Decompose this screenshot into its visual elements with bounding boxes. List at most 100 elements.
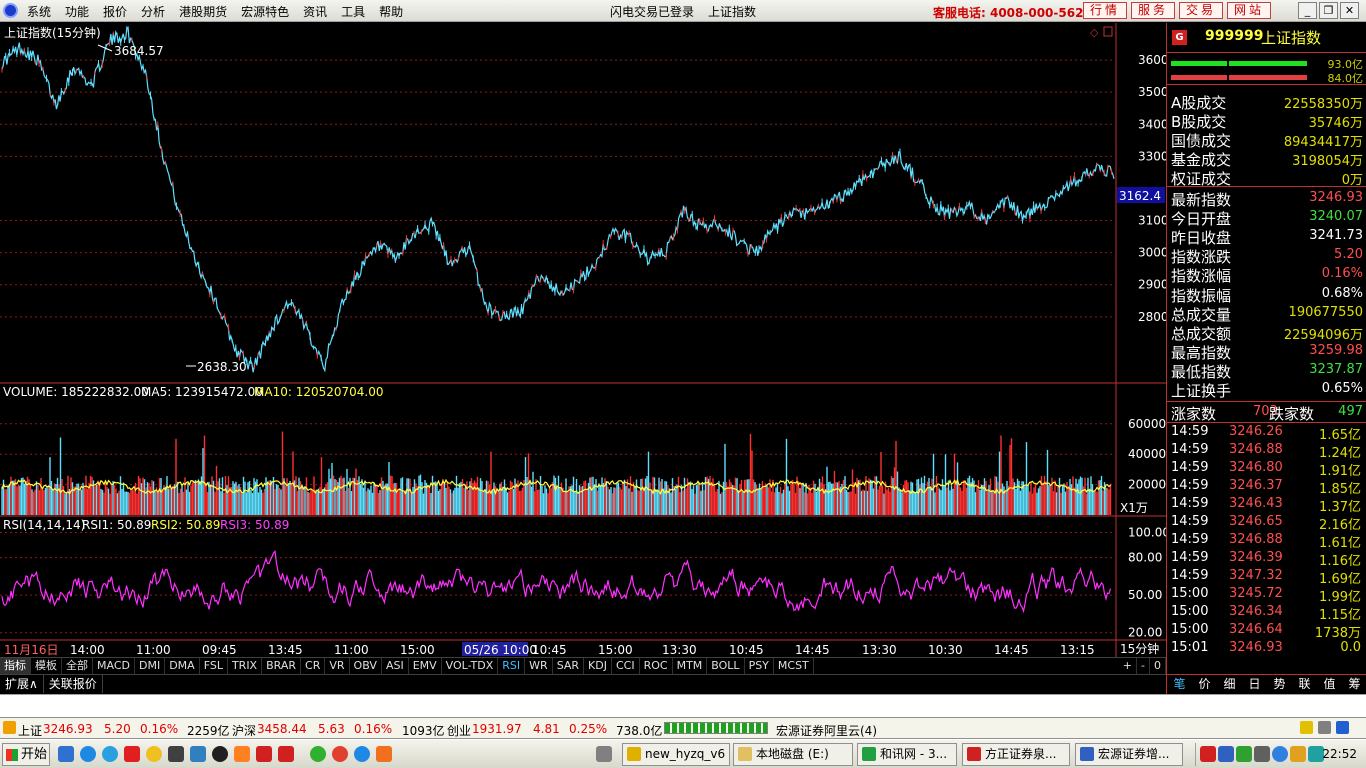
qq-browser-icon[interactable] xyxy=(102,746,118,762)
indicator-tab-boll[interactable]: BOLL xyxy=(707,658,745,674)
sell-bar-2 xyxy=(1229,75,1307,80)
top-button-0[interactable]: 行情 xyxy=(1083,2,1128,19)
menu-item-3[interactable]: 分析 xyxy=(138,3,176,20)
app-icon-5[interactable] xyxy=(278,746,294,762)
indicator-tab-dma[interactable]: DMA xyxy=(165,658,200,674)
minimize-icon[interactable]: _ xyxy=(1298,2,1317,19)
stat-row: 最高指数 3259.98 xyxy=(1167,342,1366,362)
indicator-tab-kdj[interactable]: KDJ xyxy=(584,658,612,674)
quote-tab-1[interactable]: 价 xyxy=(1192,675,1217,694)
menu-item-7[interactable]: 工具 xyxy=(338,3,376,20)
top-button-2[interactable]: 交易 xyxy=(1179,2,1224,19)
quote-tab-2[interactable]: 细 xyxy=(1217,675,1242,694)
smiley-icon[interactable] xyxy=(146,746,162,762)
taskbar-task-4[interactable]: 宏源证券增... xyxy=(1075,743,1183,766)
period-label[interactable]: 15分钟 xyxy=(1120,641,1159,656)
quote-tab-6[interactable]: 值 xyxy=(1317,675,1342,694)
indicator-control-1[interactable]: - xyxy=(1137,658,1150,674)
clock[interactable]: 22:52 xyxy=(1322,747,1357,761)
ticker-lock-icon[interactable] xyxy=(1336,721,1349,734)
keyboard-icon[interactable] xyxy=(596,746,612,762)
ie-icon-2[interactable] xyxy=(354,746,370,762)
chart-canvas[interactable]: 60000 40000 20000 100.00 80.00 50.00 20.00 36… xyxy=(0,23,1166,657)
indicator-tab-fsl[interactable]: FSL xyxy=(200,658,228,674)
indicator-tab-roc[interactable]: ROC xyxy=(640,658,673,674)
taskbar-task-2[interactable]: 和讯网 - 3... xyxy=(857,743,957,766)
indicator-tab-模板[interactable]: 模板 xyxy=(31,658,62,674)
top-button-1[interactable]: 服务 xyxy=(1131,2,1176,19)
quote-tab-3[interactable]: 日 xyxy=(1242,675,1267,694)
indicator-tab-macd[interactable]: MACD xyxy=(93,658,135,674)
menu-item-2[interactable]: 报价 xyxy=(100,3,138,20)
taskbar-task-1[interactable]: 本地磁盘 (E:) xyxy=(733,743,853,766)
indicator-tab-wr[interactable]: WR xyxy=(525,658,553,674)
indicator-tab-emv[interactable]: EMV xyxy=(409,658,442,674)
task-icon xyxy=(967,747,981,761)
chart-panel[interactable]: 60000 40000 20000 100.00 80.00 50.00 20.00 36… xyxy=(0,23,1166,657)
indicator-tab-brar[interactable]: BRAR xyxy=(262,658,302,674)
app-icon-3[interactable] xyxy=(234,746,250,762)
indicator-tab-mcst[interactable]: MCST xyxy=(774,658,814,674)
app-icon-2[interactable] xyxy=(190,746,206,762)
indicator-tab-全部[interactable]: 全部 xyxy=(62,658,93,674)
qq-icon[interactable] xyxy=(212,746,228,762)
restore-icon[interactable]: ❐ xyxy=(1319,2,1338,19)
chart-maximize-icon[interactable] xyxy=(1103,26,1113,37)
chart-diamond-icon[interactable]: ◇ xyxy=(1090,26,1099,39)
menu-item-0[interactable]: 系统 xyxy=(24,3,62,20)
indicator-tab-dmi[interactable]: DMI xyxy=(135,658,166,674)
top-button-3[interactable]: 网站 xyxy=(1227,2,1272,19)
desktop-icon[interactable] xyxy=(58,746,74,762)
quote-tab-4[interactable]: 势 xyxy=(1267,675,1292,694)
chrome-icon[interactable] xyxy=(332,746,348,762)
indicator-control-0[interactable]: + xyxy=(1119,658,1138,674)
app-logo-icon[interactable] xyxy=(3,3,18,18)
menu-item-6[interactable]: 资讯 xyxy=(300,3,338,20)
top-buttons: 行情 服务 交易 网站 xyxy=(1083,2,1272,19)
ext-tab-1[interactable]: 关联报价 xyxy=(44,675,103,693)
indicator-tab-vol-tdx[interactable]: VOL-TDX xyxy=(442,658,499,674)
indicator-tab-psy[interactable]: PSY xyxy=(745,658,774,674)
indicator-tab-asi[interactable]: ASI xyxy=(382,658,409,674)
app-icon-1[interactable] xyxy=(124,746,140,762)
app-icon-6[interactable] xyxy=(310,746,326,762)
taskbar-task-3[interactable]: 方正证券泉... xyxy=(962,743,1070,766)
quote-tab-5[interactable]: 联 xyxy=(1292,675,1317,694)
hs-value: 3458.44 xyxy=(257,722,307,736)
tray-icon-6[interactable] xyxy=(1290,746,1306,762)
quote-tab-0[interactable]: 笔 xyxy=(1167,675,1192,694)
indicator-tab-cci[interactable]: CCI xyxy=(612,658,640,674)
start-button[interactable]: 开始 xyxy=(2,743,50,766)
indicator-tab-vr[interactable]: VR xyxy=(325,658,350,674)
rsi3-label: RSI3: 50.89 xyxy=(220,518,289,532)
ticker-menu-icon[interactable] xyxy=(3,721,16,734)
ie-icon[interactable] xyxy=(80,746,96,762)
tray-icon-1[interactable] xyxy=(1200,746,1216,762)
tray-icon-2[interactable] xyxy=(1218,746,1234,762)
close-icon[interactable]: ✕ xyxy=(1340,2,1359,19)
menu-item-5[interactable]: 宏源特色 xyxy=(238,3,300,20)
stat-row: 总成交量 190677550 xyxy=(1167,304,1366,324)
quote-tab-7[interactable]: 筹 xyxy=(1342,675,1366,694)
indicator-tab-mtm[interactable]: MTM xyxy=(673,658,708,674)
taskbar-task-0[interactable]: new_hyzq_v6 xyxy=(622,743,730,766)
tray-icon-4[interactable] xyxy=(1254,746,1270,762)
media-icon[interactable] xyxy=(168,746,184,762)
app-icon-4[interactable] xyxy=(256,746,272,762)
menu-item-1[interactable]: 功能 xyxy=(62,3,100,20)
indicator-control-2[interactable]: 0 xyxy=(1150,658,1166,674)
indicator-tab-rsi[interactable]: RSI xyxy=(498,658,526,674)
ext-tab-0[interactable]: 扩展∧ xyxy=(0,675,44,693)
indicator-tab-obv[interactable]: OBV xyxy=(350,658,382,674)
tick-row: 15:00 3245.72 1.99亿 xyxy=(1167,586,1366,605)
menu-item-4[interactable]: 港股期货 xyxy=(176,3,238,20)
indicator-tab-cr[interactable]: CR xyxy=(301,658,326,674)
indicator-tab-sar[interactable]: SAR xyxy=(553,658,585,674)
indicator-tab-指标[interactable]: 指标 xyxy=(0,658,31,674)
app-icon-7[interactable] xyxy=(376,746,392,762)
indicator-tab-trix[interactable]: TRIX xyxy=(228,658,263,674)
ticker-help-icon[interactable] xyxy=(1300,721,1313,734)
tray-icon-3[interactable] xyxy=(1236,746,1252,762)
menu-item-8[interactable]: 帮助 xyxy=(376,3,414,20)
tray-icon-5[interactable] xyxy=(1272,746,1288,762)
